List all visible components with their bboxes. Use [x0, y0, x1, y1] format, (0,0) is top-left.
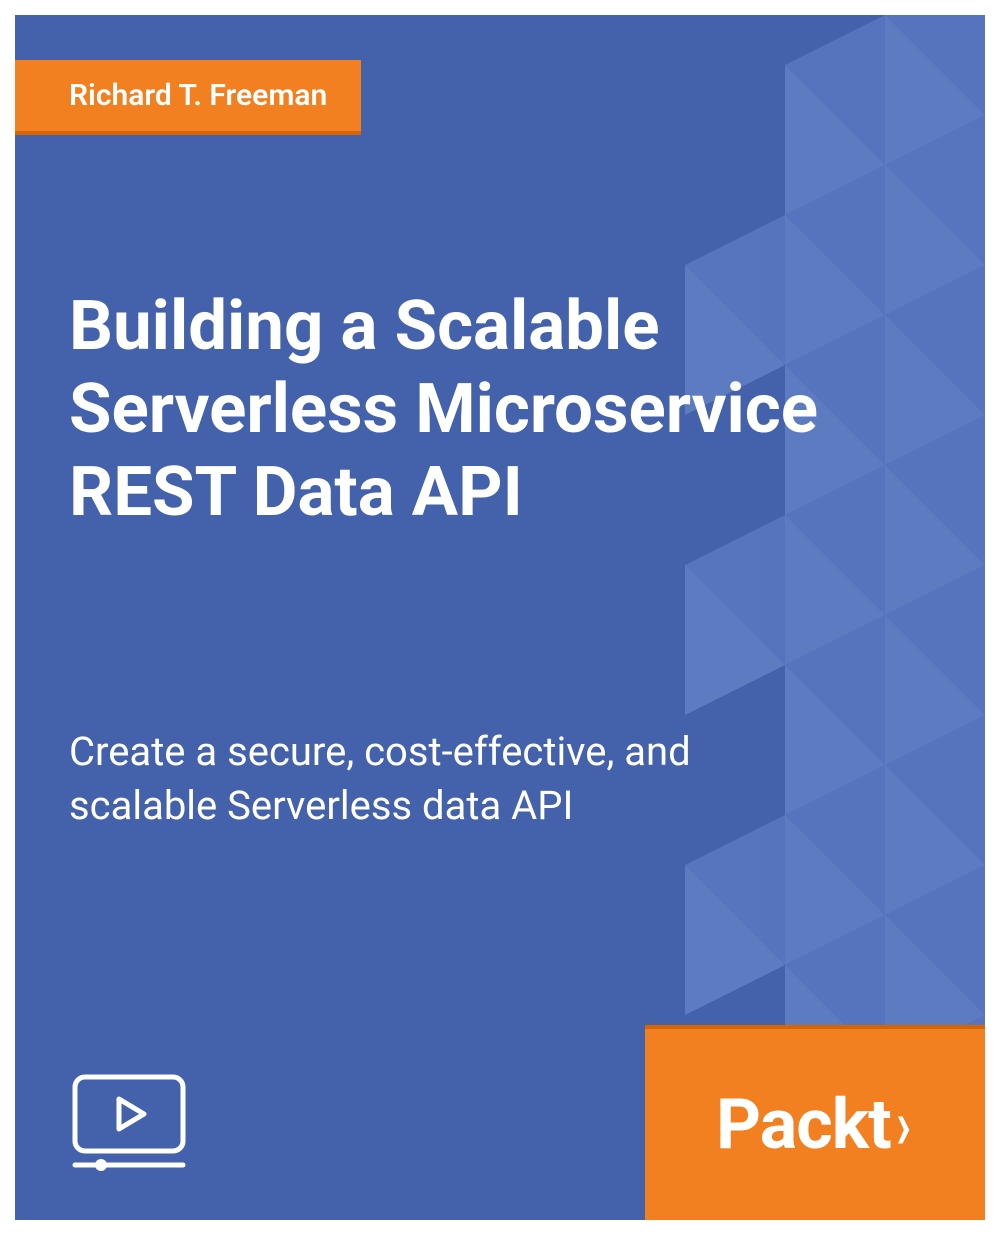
book-subtitle: Create a secure, cost-effective, and sca…: [69, 725, 845, 833]
author-name: Richard T. Freeman: [69, 78, 327, 113]
publisher-name: Packt: [716, 1084, 891, 1166]
publisher-badge: Packt›: [645, 1025, 985, 1220]
author-badge: Richard T. Freeman: [15, 60, 361, 135]
book-cover: Richard T. Freeman Building a Scalable S…: [15, 15, 985, 1220]
video-play-icon: [69, 1071, 189, 1175]
book-title: Building a Scalable Serverless Microserv…: [69, 285, 925, 533]
packt-logo: Packt›: [716, 1084, 914, 1166]
chevron-right-icon: ›: [896, 1084, 911, 1166]
